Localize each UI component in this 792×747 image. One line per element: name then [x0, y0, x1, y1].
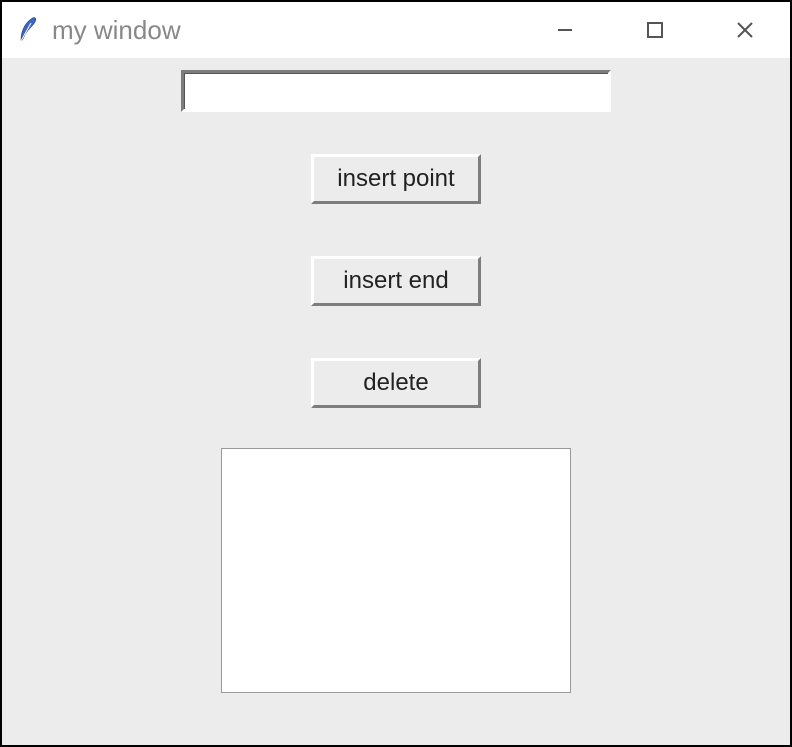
delete-button[interactable]: delete [311, 358, 481, 408]
entry-input[interactable] [181, 70, 611, 112]
insert-end-button[interactable]: insert end [311, 256, 481, 306]
text-output[interactable] [221, 448, 571, 693]
close-button[interactable] [700, 2, 790, 58]
maximize-button[interactable] [610, 2, 700, 58]
window-controls [520, 2, 790, 58]
insert-point-button[interactable]: insert point [311, 154, 481, 204]
app-window: my window insert point insert end delete [0, 0, 792, 747]
window-title: my window [52, 15, 520, 46]
feather-icon [16, 16, 40, 44]
minimize-button[interactable] [520, 2, 610, 58]
client-area: insert point insert end delete [2, 58, 790, 745]
titlebar[interactable]: my window [2, 2, 790, 58]
